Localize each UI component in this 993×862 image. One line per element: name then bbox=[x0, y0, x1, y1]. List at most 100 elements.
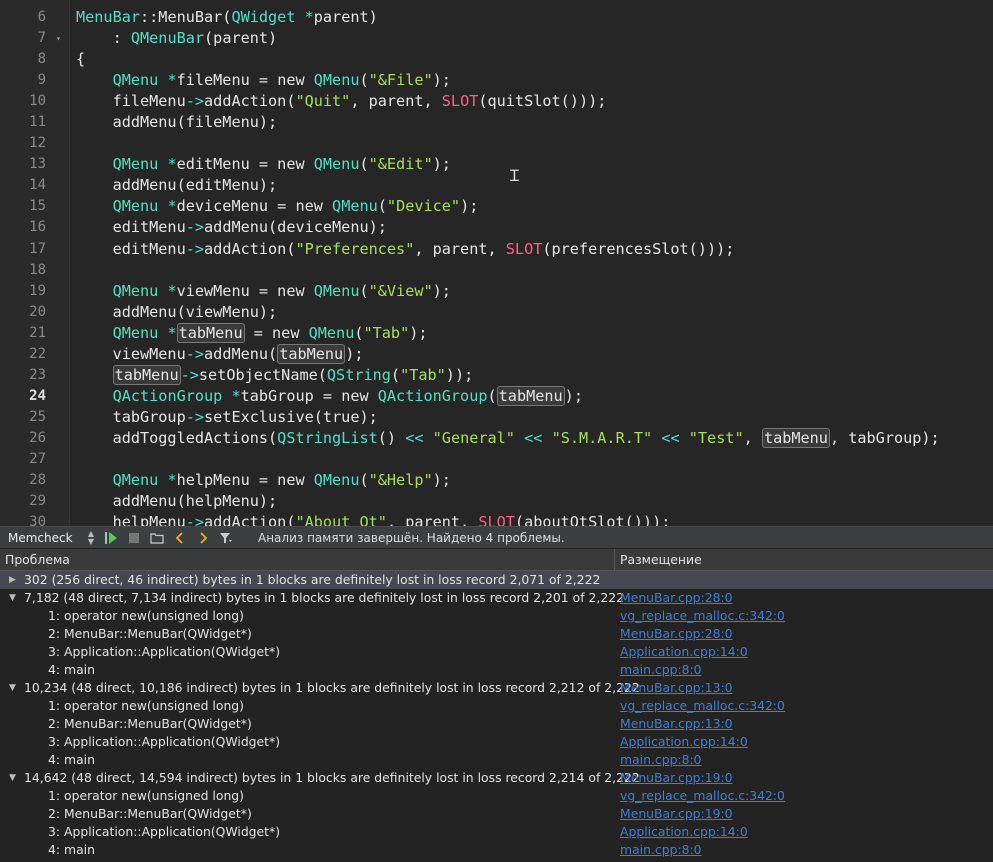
stack-frame-row[interactable]: 1: operator new(unsigned long) vg_replace… bbox=[0, 787, 993, 805]
stack-frame-row[interactable]: 4: main main.cpp:8:0 bbox=[0, 661, 993, 679]
code-line[interactable]: 19 QMenu *viewMenu = new QMenu("&View"); bbox=[0, 281, 993, 302]
code-token: fileMenu = bbox=[176, 71, 278, 90]
code-line[interactable]: 10 fileMenu->addAction("Quit", parent, S… bbox=[0, 91, 993, 112]
code-line[interactable]: 28 QMenu *helpMenu = new QMenu("&Help"); bbox=[0, 470, 993, 491]
code-line[interactable]: 13 QMenu *editMenu = new QMenu("&Edit"); bbox=[0, 154, 993, 175]
stack-frame-text: 1: operator new(unsigned long) bbox=[48, 698, 244, 713]
stack-frame-row[interactable]: 4: main main.cpp:8:0 bbox=[0, 841, 993, 859]
code-editor[interactable]: 6 MenuBar::MenuBar(QWidget *parent) 7 ▾ : Q… bbox=[0, 0, 993, 526]
load-log-button[interactable] bbox=[147, 528, 167, 547]
source-location-link[interactable]: MenuBar.cpp:19:0 bbox=[620, 805, 733, 823]
collapsed-arrow-icon[interactable]: ▶ bbox=[9, 571, 16, 589]
source-location-link[interactable]: vg_replace_malloc.c:342:0 bbox=[620, 697, 785, 715]
code-token: * bbox=[158, 471, 177, 490]
issues-list[interactable]: ▶ 302 (256 direct, 46 indirect) bytes in … bbox=[0, 571, 993, 859]
stack-frame-row[interactable]: 1: operator new(unsigned long) vg_replace… bbox=[0, 697, 993, 715]
stack-frame-row[interactable]: 2: MenuBar::MenuBar(QWidget*) MenuBar.cpp… bbox=[0, 625, 993, 643]
code-text: tabGroup->setExclusive(true); bbox=[76, 407, 378, 428]
issue-row[interactable]: ▼ 14,642 (48 direct, 14,594 indirect) byt… bbox=[0, 769, 993, 787]
fold-arrow-icon[interactable]: ▾ bbox=[56, 28, 61, 49]
expanded-arrow-icon[interactable]: ▼ bbox=[9, 589, 16, 607]
source-location-link[interactable]: Application.cpp:14:0 bbox=[620, 643, 748, 661]
code-line[interactable]: 8{ bbox=[0, 49, 993, 70]
source-location-link[interactable]: Application.cpp:14:0 bbox=[620, 823, 748, 841]
code-line[interactable]: 15 QMenu *deviceMenu = new QMenu("Device… bbox=[0, 196, 993, 217]
source-location-link[interactable]: main.cpp:8:0 bbox=[620, 841, 702, 859]
source-location-link[interactable]: main.cpp:8:0 bbox=[620, 661, 702, 679]
code-token: ( bbox=[359, 281, 369, 300]
code-token: : bbox=[76, 29, 131, 48]
next-issue-button[interactable] bbox=[193, 528, 213, 547]
code-token: "&File" bbox=[368, 71, 433, 90]
stack-frame-row[interactable]: 2: MenuBar::MenuBar(QWidget*) MenuBar.cpp… bbox=[0, 805, 993, 823]
code-text: QMenu *helpMenu = new QMenu("&Help"); bbox=[76, 470, 451, 491]
code-text: QMenu * tabMenu = new QMenu("Tab"); bbox=[76, 322, 428, 344]
source-location-link[interactable]: MenuBar.cpp:13:0 bbox=[620, 715, 733, 733]
code-line[interactable]: 11 addMenu(fileMenu); bbox=[0, 112, 993, 133]
stack-frame-row[interactable]: 3: Application::Application(QWidget*) App… bbox=[0, 733, 993, 751]
code-line[interactable]: 29 addMenu(helpMenu); bbox=[0, 491, 993, 512]
code-token: "Device" bbox=[386, 197, 461, 216]
analyzer-toolbar: Memcheck ▲ ▼ Анализ памяти завершён. Найд… bbox=[0, 526, 993, 549]
source-location-link[interactable]: MenuBar.cpp:28:0 bbox=[620, 589, 733, 607]
analyzer-tool-select[interactable]: Memcheck ▲ ▼ bbox=[4, 528, 98, 547]
code-line[interactable]: 14 addMenu(editMenu); bbox=[0, 175, 993, 196]
code-line[interactable]: 7 ▾ : QMenuBar(parent) bbox=[0, 28, 993, 49]
code-line[interactable]: 17 editMenu->addAction("Preferences", pa… bbox=[0, 239, 993, 260]
stack-frame-row[interactable]: 4: main main.cpp:8:0 bbox=[0, 751, 993, 769]
code-line[interactable]: 9 QMenu *fileMenu = new QMenu("&File"); bbox=[0, 70, 993, 91]
column-header-location[interactable]: Размещение bbox=[615, 549, 993, 570]
expanded-arrow-icon[interactable]: ▼ bbox=[9, 769, 16, 787]
stop-button[interactable] bbox=[124, 528, 144, 547]
code-token: ( bbox=[487, 386, 497, 405]
code-line[interactable]: 12 bbox=[0, 133, 993, 154]
code-token: * bbox=[158, 155, 177, 174]
source-location-link[interactable]: main.cpp:8:0 bbox=[620, 751, 702, 769]
code-line[interactable]: 22 viewMenu->addMenu(tabMenu); bbox=[0, 343, 993, 365]
source-location-link[interactable]: Application.cpp:14:0 bbox=[620, 733, 748, 751]
source-location-link[interactable]: MenuBar.cpp:28:0 bbox=[620, 625, 733, 643]
issue-row[interactable]: ▼ 7,182 (48 direct, 7,134 indirect) bytes… bbox=[0, 589, 993, 607]
source-location-link[interactable]: MenuBar.cpp:13:0 bbox=[620, 679, 733, 697]
line-number: 27 bbox=[29, 450, 46, 467]
code-line[interactable]: 26 addToggledActions(QStringList() << "G… bbox=[0, 427, 993, 449]
issues-table[interactable]: Проблема Размещение ▶ 302 (256 direct, 46… bbox=[0, 549, 993, 862]
code-token: addMenu(editMenu); bbox=[76, 176, 278, 195]
source-location-link[interactable]: vg_replace_malloc.c:342:0 bbox=[620, 787, 785, 805]
code-line[interactable]: 21 QMenu * tabMenu = new QMenu("Tab"); bbox=[0, 322, 993, 344]
code-line[interactable]: 16 editMenu->addMenu(deviceMenu); bbox=[0, 217, 993, 238]
line-number: 25 bbox=[29, 408, 46, 425]
stack-frame-row[interactable]: 2: MenuBar::MenuBar(QWidget*) MenuBar.cpp… bbox=[0, 715, 993, 733]
start-analysis-button[interactable] bbox=[101, 528, 121, 547]
code-line[interactable]: 20 addMenu(viewMenu); bbox=[0, 302, 993, 323]
filter-button[interactable] bbox=[216, 528, 236, 547]
code-line[interactable]: 25 tabGroup->setExclusive(true); bbox=[0, 407, 993, 428]
issue-row[interactable]: ▼ 10,234 (48 direct, 10,186 indirect) byt… bbox=[0, 679, 993, 697]
code-token: addMenu(deviceMenu); bbox=[204, 218, 387, 237]
code-line[interactable]: 27 bbox=[0, 449, 993, 470]
source-location-link[interactable]: MenuBar.cpp:19:0 bbox=[620, 769, 733, 787]
code-token: fileMenu bbox=[76, 92, 186, 111]
line-number: 11 bbox=[29, 114, 46, 131]
column-header-problem[interactable]: Проблема bbox=[0, 549, 615, 570]
expanded-arrow-icon[interactable]: ▼ bbox=[9, 679, 16, 697]
code-lines[interactable]: 6 MenuBar::MenuBar(QWidget *parent) 7 ▾ : Q… bbox=[0, 7, 993, 526]
code-token: -> bbox=[180, 365, 199, 384]
source-location-link[interactable]: vg_replace_malloc.c:342:0 bbox=[620, 607, 785, 625]
issue-row[interactable]: ▶ 302 (256 direct, 46 indirect) bytes in … bbox=[0, 571, 993, 589]
code-token: -> bbox=[185, 218, 205, 237]
stack-frame-row[interactable]: 1: operator new(unsigned long) vg_replace… bbox=[0, 607, 993, 625]
code-line[interactable]: 24 QActionGroup *tabGroup = new QActionG… bbox=[0, 385, 993, 407]
previous-issue-button[interactable] bbox=[170, 528, 190, 547]
code-line[interactable]: 6 MenuBar::MenuBar(QWidget *parent) bbox=[0, 7, 993, 28]
stack-frame-row[interactable]: 3: Application::Application(QWidget*) App… bbox=[0, 823, 993, 841]
code-token: ( bbox=[390, 365, 401, 384]
code-token: "&Help" bbox=[368, 471, 433, 490]
stack-frame-row[interactable]: 3: Application::Application(QWidget*) App… bbox=[0, 643, 993, 661]
code-line[interactable]: 30 helpMenu->addAction("About Qt", paren… bbox=[0, 512, 993, 526]
code-line[interactable]: 18 bbox=[0, 260, 993, 281]
code-token: SLOT bbox=[478, 513, 515, 526]
code-line[interactable]: 23 tabMenu ->setObjectName(QString("Tab")… bbox=[0, 364, 993, 386]
code-text: fileMenu->addAction("Quit", parent, SLOT… bbox=[76, 91, 607, 112]
